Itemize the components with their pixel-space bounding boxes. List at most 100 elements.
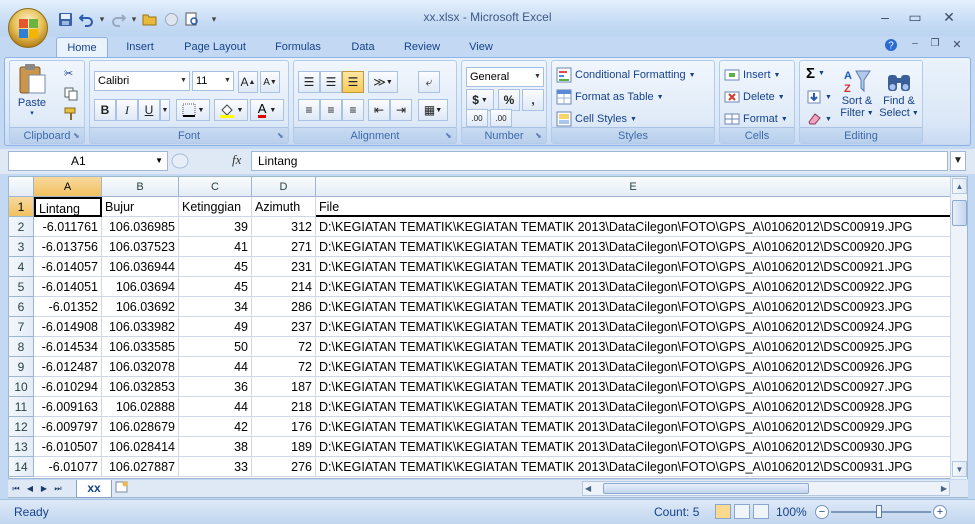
cell-b-value[interactable]: 106.032078 [102, 357, 179, 377]
cell-b1[interactable]: Bujur [102, 197, 179, 217]
row-header[interactable]: 11 [9, 397, 34, 417]
comma-button[interactable]: , [522, 89, 544, 111]
grow-font-icon[interactable]: A ▲ [238, 71, 258, 93]
cell-d-value[interactable]: 286 [252, 297, 316, 317]
cell-b-value[interactable]: 106.02888 [102, 397, 179, 417]
row-header[interactable]: 7 [9, 317, 34, 337]
zoom-slider-thumb[interactable] [876, 505, 882, 518]
cell-b-value[interactable]: 106.033982 [102, 317, 179, 337]
tab-view[interactable]: View [460, 37, 502, 58]
align-right-icon[interactable]: ≡ [342, 99, 364, 121]
insert-sheet-icon[interactable] [114, 481, 130, 497]
row-header[interactable]: 12 [9, 417, 34, 437]
cell-c1[interactable]: Ketinggian [179, 197, 252, 217]
cell-a1[interactable]: Lintang [34, 197, 102, 217]
format-cells-button[interactable]: Format ▼ [724, 111, 788, 127]
copy-icon[interactable] [64, 87, 78, 101]
conditional-formatting-button[interactable]: Conditional Formatting ▼ [556, 67, 696, 83]
cell-e-value[interactable]: D:\KEGIATAN TEMATIK\KEGIATAN TEMATIK 201… [316, 277, 951, 297]
paste-button[interactable]: Paste ▾ [14, 63, 50, 119]
cell-b-value[interactable]: 106.028679 [102, 417, 179, 437]
tab-review[interactable]: Review [396, 37, 448, 58]
row-header[interactable]: 2 [9, 217, 34, 237]
tab-data[interactable]: Data [342, 37, 384, 58]
percent-button[interactable]: % [498, 89, 520, 111]
tab-formulas[interactable]: Formulas [268, 37, 328, 58]
cell-a-value[interactable]: -6.009163 [34, 397, 102, 417]
number-format-combo[interactable]: General ▼ [466, 67, 544, 87]
align-center-icon[interactable]: ≡ [320, 99, 342, 121]
cell-d-value[interactable]: 312 [252, 217, 316, 237]
scroll-right-icon[interactable]: ▶ [941, 482, 947, 495]
row-header[interactable]: 13 [9, 437, 34, 457]
tab-insert[interactable]: Insert [116, 37, 164, 58]
office-button[interactable] [8, 8, 48, 48]
row-header[interactable]: 5 [9, 277, 34, 297]
page-break-view-icon[interactable] [753, 504, 769, 519]
cell-e-value[interactable]: D:\KEGIATAN TEMATIK\KEGIATAN TEMATIK 201… [316, 437, 951, 457]
underline-dropdown-icon[interactable]: ▼ [160, 99, 170, 121]
insert-cells-button[interactable]: Insert ▼ [724, 67, 780, 83]
redo-icon[interactable] [109, 10, 127, 28]
merge-center-icon[interactable]: ▦ ▼ [418, 99, 448, 121]
cell-c-value[interactable]: 34 [179, 297, 252, 317]
align-middle-icon[interactable]: ☰ [320, 71, 342, 93]
cell-c-value[interactable]: 45 [179, 257, 252, 277]
cell-a-value[interactable]: -6.013756 [34, 237, 102, 257]
alignment-launcher-icon[interactable]: ⬊ [445, 131, 454, 140]
cell-c-value[interactable]: 33 [179, 457, 252, 477]
close-button[interactable]: ✕ [934, 6, 964, 28]
cell-styles-button[interactable]: Cell Styles ▼ [556, 111, 637, 127]
clear-icon[interactable]: ▼ [806, 111, 832, 127]
zoom-out-button[interactable]: − [815, 505, 829, 519]
cell-d-value[interactable]: 218 [252, 397, 316, 417]
zoom-level[interactable]: 100% [776, 504, 807, 520]
format-painter-icon[interactable] [64, 107, 78, 121]
ribbon-minimize-icon[interactable]: – [906, 38, 924, 54]
font-name-dropdown-icon[interactable]: ▼ [178, 72, 189, 90]
cell-b-value[interactable]: 106.036944 [102, 257, 179, 277]
cell-d-value[interactable]: 176 [252, 417, 316, 437]
cell-d-value[interactable]: 214 [252, 277, 316, 297]
align-top-icon[interactable]: ☰ [298, 71, 320, 93]
increase-decimal-button[interactable]: .00 [466, 109, 488, 127]
row-header[interactable]: 6 [9, 297, 34, 317]
cell-a-value[interactable]: -6.01077 [34, 457, 102, 477]
save-icon[interactable] [56, 10, 74, 28]
cell-a-value[interactable]: -6.014057 [34, 257, 102, 277]
name-box[interactable]: A1 ▼ [8, 151, 168, 171]
cell-c-value[interactable]: 45 [179, 277, 252, 297]
row-header[interactable]: 9 [9, 357, 34, 377]
cell-c-value[interactable]: 38 [179, 437, 252, 457]
currency-button[interactable]: $ ▼ [466, 89, 494, 111]
cell-c-value[interactable]: 36 [179, 377, 252, 397]
cell-a-value[interactable]: -6.014534 [34, 337, 102, 357]
column-header-c[interactable]: C [179, 177, 252, 197]
row-header[interactable]: 8 [9, 337, 34, 357]
cell-e-value[interactable]: D:\KEGIATAN TEMATIK\KEGIATAN TEMATIK 201… [316, 397, 951, 417]
cell-e1[interactable]: File [316, 197, 951, 217]
number-format-dropdown-icon[interactable]: ▼ [532, 68, 543, 86]
font-size-dropdown-icon[interactable]: ▼ [222, 72, 233, 90]
align-left-icon[interactable]: ≡ [298, 99, 320, 121]
expand-formula-bar-icon[interactable]: ▼ [950, 151, 966, 171]
cell-c-value[interactable]: 42 [179, 417, 252, 437]
decrease-decimal-button[interactable]: .00 [490, 109, 512, 127]
fill-icon[interactable]: ▼ [806, 89, 832, 105]
disabled-circle-icon[interactable] [162, 10, 180, 28]
first-sheet-icon[interactable]: ⏮ [10, 481, 22, 497]
cell-d-value[interactable]: 189 [252, 437, 316, 457]
font-name-combo[interactable]: Calibri ▼ [94, 71, 190, 91]
tab-page-layout[interactable]: Page Layout [176, 37, 254, 58]
sort-filter-button[interactable]: AZ Sort & Filter ▼ [838, 67, 876, 119]
ribbon-restore-icon[interactable]: ❐ [926, 38, 944, 54]
increase-indent-icon[interactable]: ⇥ [390, 99, 412, 121]
cell-a-value[interactable]: -6.011761 [34, 217, 102, 237]
cell-a-value[interactable]: -6.010507 [34, 437, 102, 457]
prev-sheet-icon[interactable]: ◀ [24, 481, 36, 497]
cell-b-value[interactable]: 106.027887 [102, 457, 179, 477]
cell-b-value[interactable]: 106.03694 [102, 277, 179, 297]
undo-dropdown-icon[interactable]: ▾ [98, 14, 106, 25]
cell-d-value[interactable]: 237 [252, 317, 316, 337]
underline-button[interactable]: U [138, 99, 160, 121]
